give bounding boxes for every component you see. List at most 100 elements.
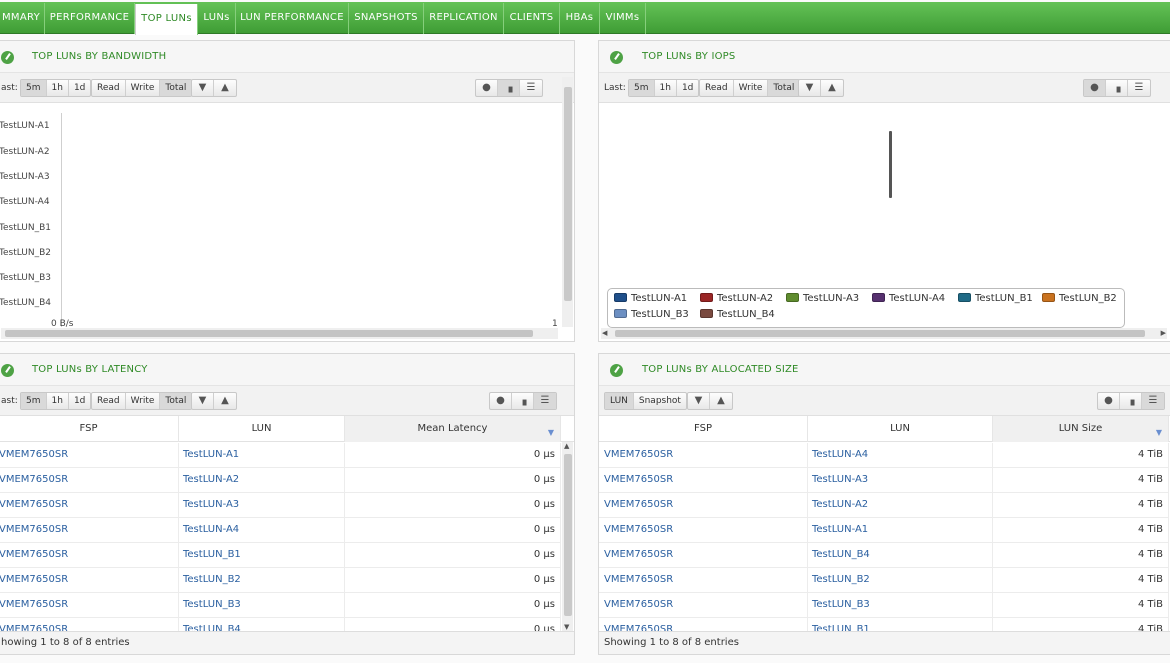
tab-vimms[interactable]: VIMMs xyxy=(600,3,646,34)
fsp-cell[interactable]: VMEM7650SR xyxy=(599,543,808,567)
legend-item[interactable]: TestLUN-A4 xyxy=(872,293,945,304)
total-button[interactable]: Total xyxy=(160,80,192,96)
table-row[interactable]: VMEM7650SR TestLUN-A4 0 µs xyxy=(0,518,561,543)
table-row[interactable]: VMEM7650SR TestLUN_B3 4 TiB xyxy=(599,593,1169,618)
horizontal-scrollbar[interactable]: ◀ ▶ xyxy=(601,328,1167,339)
lun-cell[interactable]: TestLUN_B4 xyxy=(808,543,993,567)
lun-cell[interactable]: TestLUN-A4 xyxy=(179,518,345,542)
tab-performance[interactable]: PERFORMANCE xyxy=(45,3,135,34)
fsp-cell[interactable]: VMEM7650SR xyxy=(0,443,179,467)
range-5m-button[interactable]: 5m xyxy=(21,393,47,409)
range-1d-button[interactable]: 1d xyxy=(69,393,90,409)
lun-cell[interactable]: TestLUN-A3 xyxy=(179,493,345,517)
read-button[interactable]: Read xyxy=(92,80,126,96)
column-header-fsp[interactable]: FSP xyxy=(0,416,179,442)
scrollbar-thumb[interactable] xyxy=(564,87,572,301)
range-1h-button[interactable]: 1h xyxy=(47,393,69,409)
sort-up-button[interactable]: ▲ xyxy=(710,393,732,409)
bar-chart-icon[interactable]: ▗ xyxy=(1106,80,1128,96)
legend-item[interactable]: TestLUN_B3 xyxy=(614,309,689,320)
write-button[interactable]: Write xyxy=(734,80,769,96)
vertical-scrollbar[interactable]: ▲ ▼ xyxy=(562,442,573,631)
pie-chart-icon[interactable]: ● xyxy=(1098,393,1120,409)
table-row[interactable]: VMEM7650SR TestLUN_B1 0 µs xyxy=(0,543,561,568)
legend-item[interactable]: TestLUN-A2 xyxy=(700,293,773,304)
legend-item[interactable]: TestLUN_B2 xyxy=(1042,293,1117,304)
bar-chart-icon[interactable]: ▗ xyxy=(498,80,520,96)
sort-down-button[interactable]: ▼ xyxy=(688,393,710,409)
fsp-cell[interactable]: VMEM7650SR xyxy=(0,518,179,542)
lun-cell[interactable]: TestLUN_B1 xyxy=(179,543,345,567)
table-row[interactable]: VMEM7650SR TestLUN_B3 0 µs xyxy=(0,593,561,618)
scrollbar-thumb[interactable] xyxy=(564,454,572,616)
total-button[interactable]: Total xyxy=(768,80,800,96)
table-row[interactable]: VMEM7650SR TestLUN-A2 0 µs xyxy=(0,468,561,493)
tab-summary[interactable]: MMARY xyxy=(0,3,45,34)
sort-down-button[interactable]: ▼ xyxy=(192,80,214,96)
lun-cell[interactable]: TestLUN_B3 xyxy=(808,593,993,617)
read-button[interactable]: Read xyxy=(700,80,734,96)
scroll-left-icon[interactable]: ◀ xyxy=(602,329,607,337)
scroll-down-icon[interactable]: ▼ xyxy=(564,623,569,631)
sort-up-button[interactable]: ▲ xyxy=(214,80,236,96)
tab-clients[interactable]: CLIENTS xyxy=(504,3,560,34)
table-row[interactable]: VMEM7650SR TestLUN_B2 4 TiB xyxy=(599,568,1169,593)
write-button[interactable]: Write xyxy=(126,393,161,409)
column-header-fsp[interactable]: FSP xyxy=(599,416,808,442)
fsp-cell[interactable]: VMEM7650SR xyxy=(599,518,808,542)
pie-chart-icon[interactable]: ● xyxy=(490,393,512,409)
column-header-lun[interactable]: LUN xyxy=(808,416,993,442)
snapshot-toggle-button[interactable]: Snapshot xyxy=(634,393,686,409)
fsp-cell[interactable]: VMEM7650SR xyxy=(599,468,808,492)
column-header-lun[interactable]: LUN xyxy=(179,416,345,442)
table-row[interactable]: VMEM7650SR TestLUN-A1 4 TiB xyxy=(599,518,1169,543)
range-1h-button[interactable]: 1h xyxy=(47,80,69,96)
scroll-right-icon[interactable]: ▶ xyxy=(1161,329,1166,337)
table-row[interactable]: VMEM7650SR TestLUN-A3 4 TiB xyxy=(599,468,1169,493)
lun-cell[interactable]: TestLUN-A3 xyxy=(808,468,993,492)
vertical-scrollbar[interactable] xyxy=(562,77,573,327)
list-icon[interactable]: ☰ xyxy=(1142,393,1164,409)
fsp-cell[interactable]: VMEM7650SR xyxy=(0,543,179,567)
fsp-cell[interactable]: VMEM7650SR xyxy=(599,568,808,592)
tab-replication[interactable]: REPLICATION xyxy=(424,3,504,34)
lun-cell[interactable]: TestLUN_B3 xyxy=(179,593,345,617)
range-1h-button[interactable]: 1h xyxy=(655,80,677,96)
range-5m-button[interactable]: 5m xyxy=(629,80,655,96)
pie-chart-icon[interactable]: ● xyxy=(476,80,498,96)
sort-down-button[interactable]: ▼ xyxy=(799,80,821,96)
lun-cell[interactable]: TestLUN-A2 xyxy=(179,468,345,492)
table-row[interactable]: VMEM7650SR TestLUN-A1 0 µs xyxy=(0,443,561,468)
range-1d-button[interactable]: 1d xyxy=(69,80,90,96)
lun-cell[interactable]: TestLUN_B2 xyxy=(808,568,993,592)
table-row[interactable]: VMEM7650SR TestLUN-A4 4 TiB xyxy=(599,443,1169,468)
lun-cell[interactable]: TestLUN-A1 xyxy=(808,518,993,542)
lun-cell[interactable]: TestLUN-A4 xyxy=(808,443,993,467)
bar-chart-icon[interactable]: ▗ xyxy=(512,393,534,409)
fsp-cell[interactable]: VMEM7650SR xyxy=(0,593,179,617)
lun-cell[interactable]: TestLUN-A1 xyxy=(179,443,345,467)
tab-luns[interactable]: LUNs xyxy=(198,3,236,34)
lun-cell[interactable]: TestLUN-A2 xyxy=(808,493,993,517)
tab-top-luns[interactable]: TOP LUNs xyxy=(135,4,198,35)
list-icon[interactable]: ☰ xyxy=(534,393,556,409)
tab-lun-performance[interactable]: LUN PERFORMANCE xyxy=(236,3,349,34)
list-icon[interactable]: ☰ xyxy=(520,80,542,96)
legend-item[interactable]: TestLUN-A1 xyxy=(614,293,687,304)
column-header-lun-size[interactable]: LUN Size ▼ xyxy=(993,416,1169,442)
tab-snapshots[interactable]: SNAPSHOTS xyxy=(349,3,424,34)
range-5m-button[interactable]: 5m xyxy=(21,80,47,96)
range-1d-button[interactable]: 1d xyxy=(677,80,698,96)
lun-cell[interactable]: TestLUN_B2 xyxy=(179,568,345,592)
table-row[interactable]: VMEM7650SR TestLUN-A3 0 µs xyxy=(0,493,561,518)
scrollbar-thumb[interactable] xyxy=(5,330,533,337)
fsp-cell[interactable]: VMEM7650SR xyxy=(599,593,808,617)
sort-up-button[interactable]: ▲ xyxy=(821,80,843,96)
tab-hbas[interactable]: HBAs xyxy=(560,3,600,34)
fsp-cell[interactable]: VMEM7650SR xyxy=(0,493,179,517)
scrollbar-thumb[interactable] xyxy=(615,330,1145,337)
scroll-up-icon[interactable]: ▲ xyxy=(564,442,569,450)
table-row[interactable]: VMEM7650SR TestLUN_B2 0 µs xyxy=(0,568,561,593)
table-row[interactable]: VMEM7650SR TestLUN_B4 4 TiB xyxy=(599,543,1169,568)
sort-down-button[interactable]: ▼ xyxy=(192,393,214,409)
